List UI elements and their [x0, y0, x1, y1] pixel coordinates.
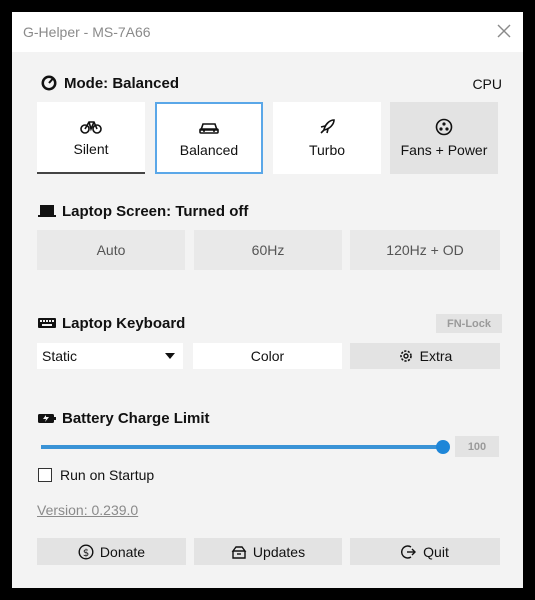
keyboard-title: Laptop Keyboard	[62, 314, 186, 332]
svg-text:$: $	[83, 547, 89, 558]
bicycle-icon	[80, 121, 102, 134]
mode-title: Mode: Balanced	[64, 74, 180, 92]
fn-lock-label: FN-Lock	[447, 317, 491, 330]
dollar-icon: $	[78, 543, 94, 560]
updates-button[interactable]: Updates	[194, 538, 342, 565]
quit-label: Quit	[423, 543, 449, 560]
exit-icon	[401, 544, 417, 559]
updates-box-icon	[231, 545, 247, 559]
keyboard-extra-label: Extra	[419, 348, 453, 364]
mode-balanced-button[interactable]: Balanced	[155, 102, 263, 174]
keyboard-extra-button[interactable]: Extra	[350, 343, 500, 369]
mode-silent-button[interactable]: Silent	[37, 102, 145, 174]
rocket-icon	[320, 119, 335, 134]
version-link[interactable]: Version: 0.239.0	[37, 502, 138, 518]
screen-section-title: Laptop Screen: Turned off	[38, 202, 248, 220]
run-on-startup-label: Run on Startup	[60, 467, 155, 483]
mode-turbo-button[interactable]: Turbo	[273, 102, 381, 174]
quit-button[interactable]: Quit	[350, 538, 500, 565]
battery-limit-slider[interactable]	[41, 440, 450, 454]
fan-icon	[435, 118, 453, 136]
laptop-icon	[38, 205, 56, 217]
title-bar: G-Helper - MS-7A66	[12, 12, 523, 52]
g-helper-window: G-Helper - MS-7A66 Mode: Balanced CPU Si…	[12, 12, 523, 588]
battery-limit-slider-fill	[41, 445, 443, 449]
fans-power-label: Fans + Power	[400, 142, 488, 158]
screen-60hz-label: 60Hz	[251, 242, 285, 258]
run-on-startup-checkbox[interactable]	[38, 468, 52, 482]
updates-label: Updates	[252, 543, 306, 560]
battery-limit-value: 100	[455, 436, 499, 457]
mode-silent-label: Silent	[73, 141, 109, 157]
donate-label: Donate	[99, 543, 146, 560]
keyboard-section-title: Laptop Keyboard	[38, 314, 185, 332]
keyboard-icon	[38, 318, 56, 328]
gear-icon	[399, 350, 412, 362]
battery-icon	[38, 414, 56, 423]
screen-120hz-od-button[interactable]: 120Hz + OD	[350, 230, 500, 270]
keyboard-mode-value: Static	[42, 348, 78, 364]
keyboard-color-button[interactable]: Color	[193, 343, 342, 369]
close-icon[interactable]	[495, 22, 513, 40]
screen-60hz-button[interactable]: 60Hz	[194, 230, 342, 270]
screen-120hz-od-label: 120Hz + OD	[386, 242, 464, 258]
fans-power-button[interactable]: Fans + Power	[390, 102, 498, 174]
mode-balanced-label: Balanced	[179, 142, 239, 158]
cpu-label: CPU	[472, 76, 502, 92]
keyboard-color-label: Color	[250, 348, 285, 364]
mode-section-title: Mode: Balanced	[40, 74, 179, 92]
screen-title: Laptop Screen: Turned off	[62, 202, 249, 220]
screen-auto-label: Auto	[96, 242, 126, 258]
speedometer-icon	[41, 75, 57, 91]
window-title: G-Helper - MS-7A66	[23, 24, 151, 40]
battery-limit-slider-thumb[interactable]	[436, 440, 450, 454]
fn-lock-button[interactable]: FN-Lock	[436, 314, 502, 333]
donate-button[interactable]: $ Donate	[37, 538, 186, 565]
car-icon	[199, 123, 219, 134]
mode-turbo-label: Turbo	[308, 142, 346, 158]
screen-auto-button[interactable]: Auto	[37, 230, 185, 270]
run-on-startup-checkbox-row[interactable]: Run on Startup	[38, 467, 154, 483]
battery-title: Battery Charge Limit	[62, 409, 210, 427]
caret-down-icon	[165, 353, 175, 359]
battery-limit-value-text: 100	[467, 440, 487, 453]
keyboard-mode-dropdown[interactable]: Static	[37, 343, 183, 369]
battery-section-title: Battery Charge Limit	[38, 409, 210, 427]
